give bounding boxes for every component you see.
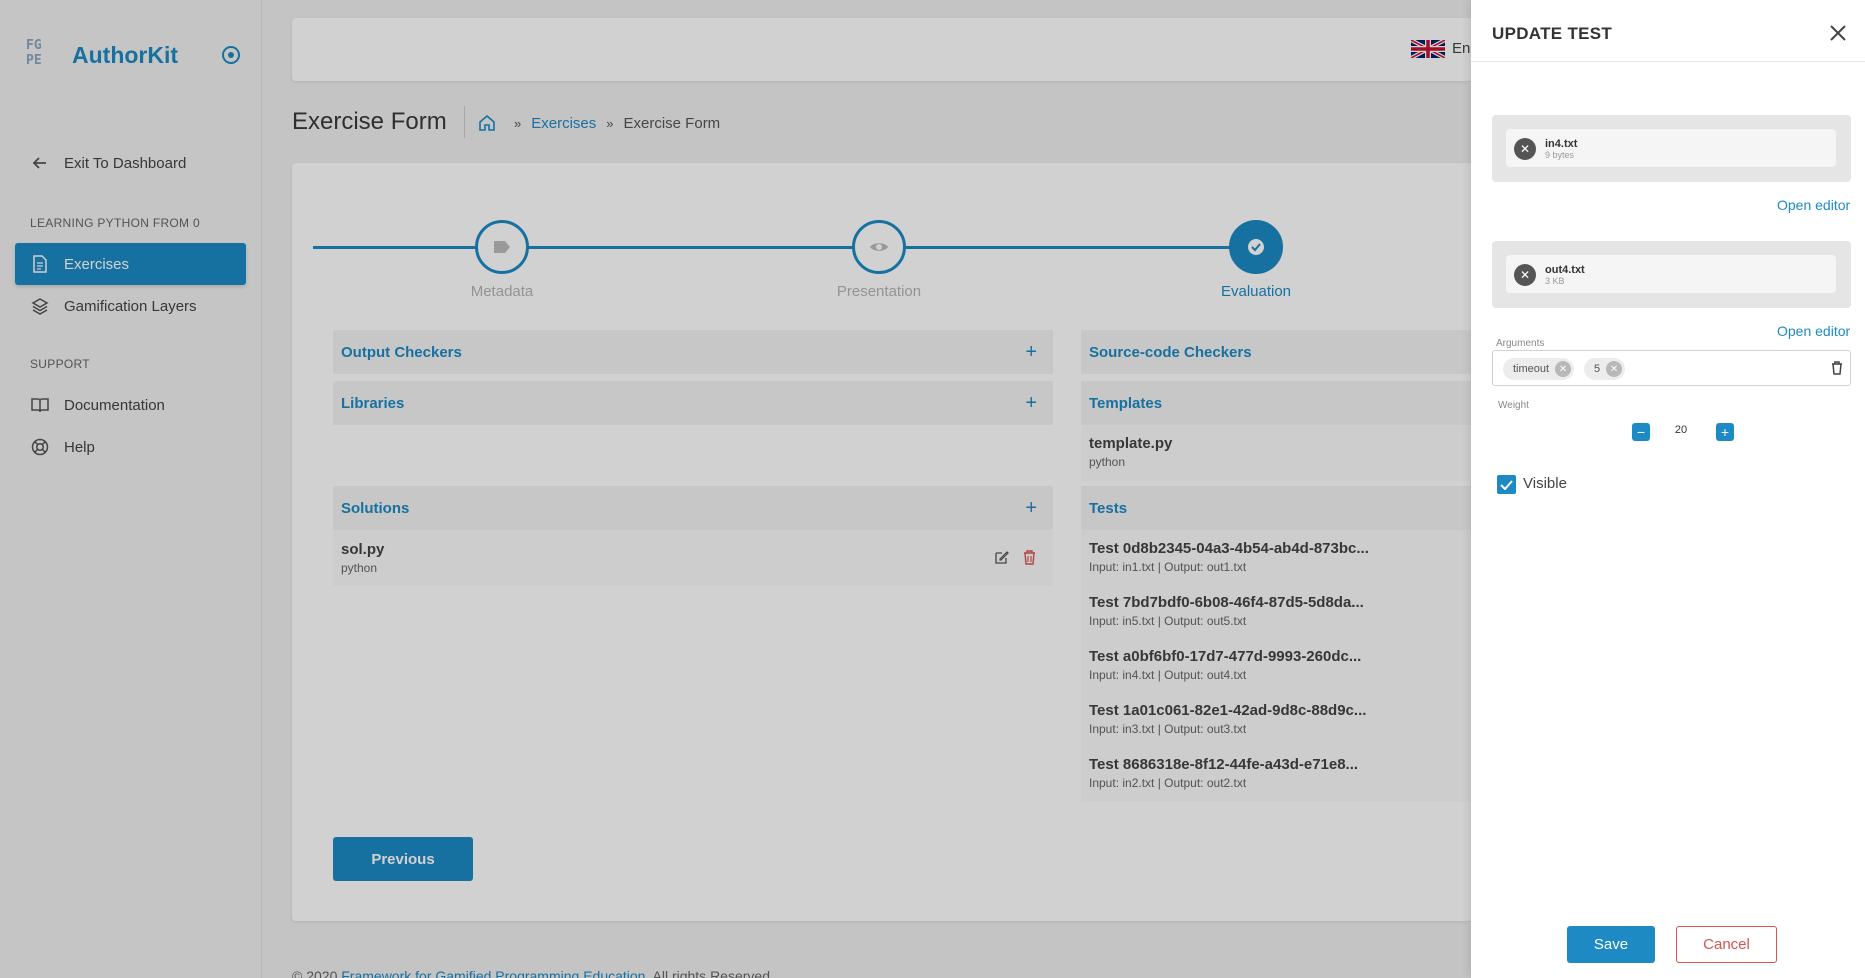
argument-chip: timeout ✕ — [1503, 358, 1575, 380]
remove-file-icon[interactable]: ✕ — [1514, 138, 1536, 160]
weight-increment-button[interactable]: + — [1716, 423, 1734, 441]
weight-label: Weight — [1498, 400, 1529, 411]
arguments-input[interactable]: timeout ✕ 5 ✕ — [1492, 350, 1851, 386]
input-file-chip: ✕ in4.txt 9 bytes — [1506, 129, 1836, 167]
trash-icon[interactable] — [1829, 360, 1845, 376]
remove-argument-icon[interactable]: ✕ — [1606, 361, 1623, 377]
file-name: out4.txt — [1545, 264, 1585, 276]
output-file-dropzone[interactable]: ✕ out4.txt 3 KB — [1492, 241, 1851, 308]
argument-value: 5 — [1594, 363, 1601, 375]
visible-label: Visible — [1523, 475, 1567, 492]
close-icon[interactable] — [1827, 22, 1849, 44]
cancel-button[interactable]: Cancel — [1676, 926, 1777, 963]
output-file-chip: ✕ out4.txt 3 KB — [1506, 255, 1836, 293]
update-test-drawer: UPDATE TEST ✕ in4.txt 9 bytes Open edito… — [1471, 0, 1865, 978]
remove-argument-icon[interactable]: ✕ — [1555, 361, 1572, 377]
open-editor-input-link[interactable]: Open editor — [1777, 197, 1850, 213]
save-button[interactable]: Save — [1567, 926, 1655, 963]
drawer-divider — [1471, 61, 1865, 62]
visible-checkbox[interactable] — [1497, 475, 1516, 494]
arguments-label: Arguments — [1496, 338, 1545, 349]
weight-decrement-button[interactable]: − — [1632, 423, 1650, 441]
file-size: 3 KB — [1545, 276, 1565, 286]
checkmark-icon — [1500, 479, 1513, 490]
drawer-title: UPDATE TEST — [1492, 24, 1613, 43]
argument-value: timeout — [1513, 363, 1550, 375]
input-file-dropzone[interactable]: ✕ in4.txt 9 bytes — [1492, 115, 1851, 182]
file-size: 9 bytes — [1545, 150, 1575, 160]
argument-chip: 5 ✕ — [1584, 358, 1626, 380]
weight-value[interactable]: 20 — [1661, 424, 1701, 436]
remove-file-icon[interactable]: ✕ — [1514, 264, 1536, 286]
file-name: in4.txt — [1545, 138, 1578, 150]
open-editor-output-link[interactable]: Open editor — [1777, 323, 1850, 339]
